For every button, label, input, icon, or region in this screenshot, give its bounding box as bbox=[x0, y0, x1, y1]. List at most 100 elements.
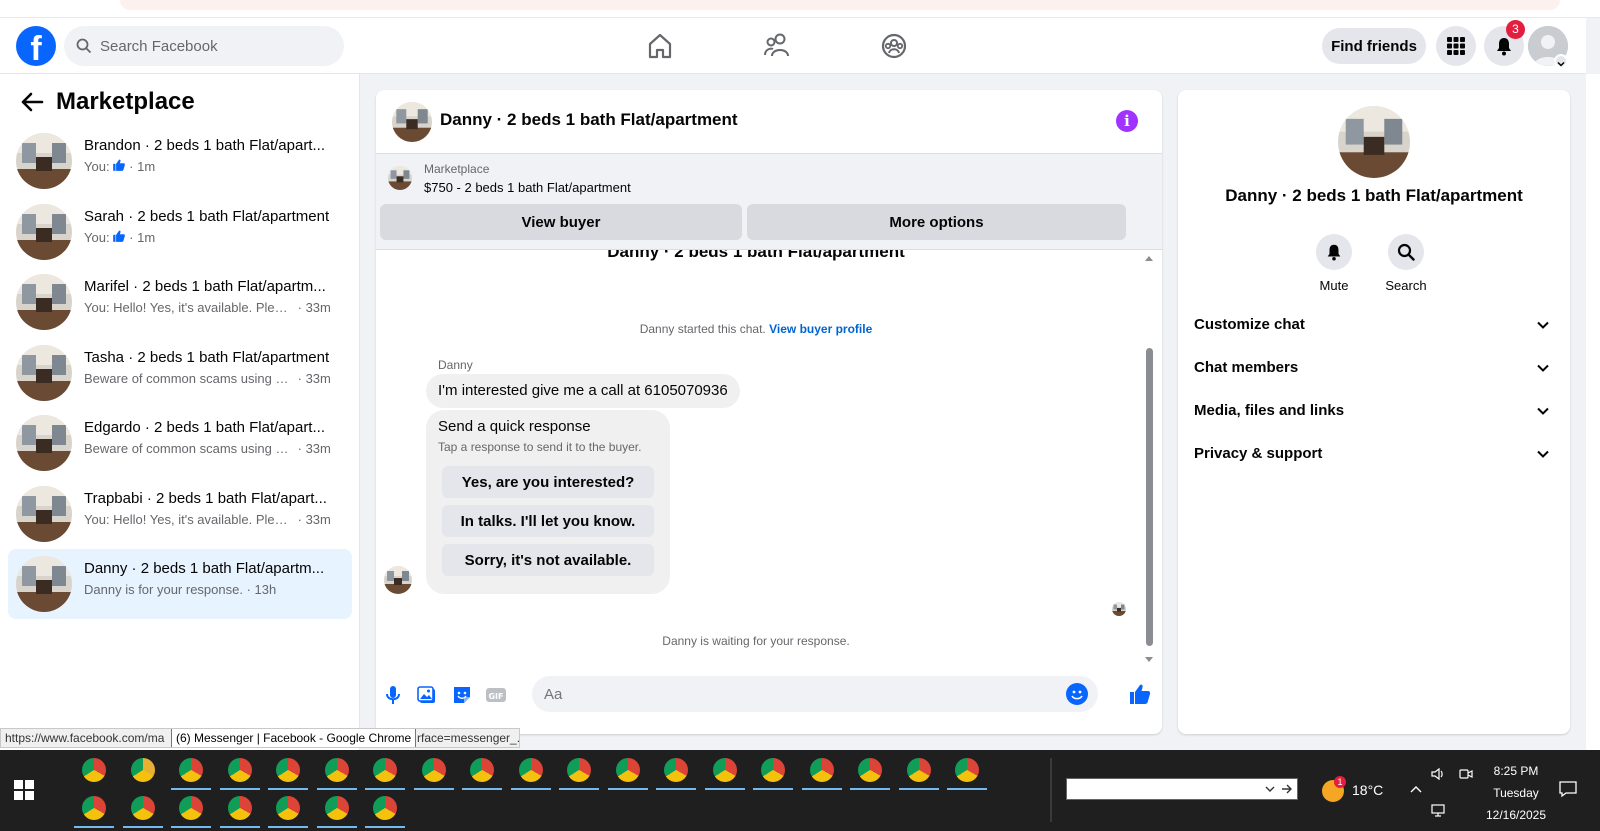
conversation-item[interactable]: Trapbabi · 2 beds 1 bath Flat/apart... Yo… bbox=[8, 479, 352, 549]
media-files-links-row[interactable]: Media, files and links bbox=[1194, 392, 1554, 432]
running-indicator bbox=[171, 826, 211, 828]
taskbar-chrome-window[interactable] bbox=[313, 788, 361, 828]
taskbar-chrome-window[interactable] bbox=[361, 788, 409, 828]
details-avatar[interactable] bbox=[1338, 106, 1410, 178]
scroll-up-arrow-icon[interactable] bbox=[1145, 256, 1153, 261]
go-arrow-icon[interactable] bbox=[1281, 783, 1293, 795]
taskbar-chrome-window[interactable] bbox=[701, 750, 749, 790]
microphone-icon[interactable] bbox=[382, 684, 404, 706]
taskbar-chrome-window[interactable] bbox=[70, 750, 118, 790]
friends-tab[interactable] bbox=[757, 26, 797, 66]
chat-avatar[interactable] bbox=[392, 102, 432, 142]
page-scrollbar[interactable] bbox=[1586, 74, 1600, 750]
tray-chevron-up-icon[interactable] bbox=[1410, 784, 1422, 796]
taskbar-chrome-window[interactable] bbox=[264, 750, 312, 790]
more-options-button[interactable]: More options bbox=[747, 204, 1126, 240]
row-label: Chat members bbox=[1194, 359, 1299, 376]
customize-chat-row[interactable]: Customize chat bbox=[1194, 306, 1554, 346]
find-friends-button[interactable]: Find friends bbox=[1322, 28, 1426, 64]
taskbar-chrome-window[interactable] bbox=[555, 750, 603, 790]
thread-title: Danny · 2 beds 1 bath Flat/apartment bbox=[607, 250, 905, 261]
chevron-down-icon[interactable] bbox=[1265, 784, 1275, 794]
chat-members-row[interactable]: Chat members bbox=[1194, 349, 1554, 389]
facebook-logo[interactable]: f bbox=[16, 26, 56, 68]
gif-icon[interactable]: GIF bbox=[485, 684, 507, 706]
windows-start-icon[interactable] bbox=[14, 780, 34, 800]
taskbar-chrome-window[interactable] bbox=[798, 750, 846, 790]
conversation-item[interactable]: Sarah · 2 beds 1 bath Flat/apartment You:… bbox=[8, 197, 352, 267]
account-chevron-icon[interactable] bbox=[1554, 54, 1568, 68]
search-action[interactable]: Search bbox=[1376, 234, 1436, 293]
view-buyer-profile-link[interactable]: View buyer profile bbox=[769, 322, 872, 336]
listing-price[interactable]: $750 - 2 beds 1 bath Flat/apartment bbox=[424, 180, 631, 195]
photo-icon[interactable] bbox=[416, 684, 438, 706]
quick-response-not-available[interactable]: Sorry, it's not available. bbox=[442, 544, 654, 576]
message-input-box[interactable] bbox=[532, 676, 1098, 712]
conversation-item[interactable]: Marifel · 2 beds 1 bath Flat/apartm... Yo… bbox=[8, 267, 352, 337]
weather-badge: 1 bbox=[1334, 776, 1346, 788]
thumbs-up-icon[interactable] bbox=[1128, 682, 1152, 706]
listing-thumbnail[interactable] bbox=[388, 166, 412, 190]
search-button[interactable] bbox=[1388, 234, 1424, 270]
groups-icon bbox=[881, 33, 907, 59]
taskbar-chrome-window[interactable] bbox=[458, 750, 506, 790]
chrome-icon bbox=[324, 758, 349, 782]
taskbar-chrome-window[interactable] bbox=[361, 750, 409, 790]
message-bubble[interactable]: I'm interested give me a call at 6105070… bbox=[426, 374, 740, 408]
sticker-icon[interactable] bbox=[451, 684, 473, 706]
running-indicator bbox=[704, 788, 745, 790]
taskbar-chrome-window[interactable] bbox=[313, 750, 361, 790]
scroll-down-arrow-icon[interactable] bbox=[1145, 657, 1153, 662]
groups-tab[interactable] bbox=[874, 26, 914, 66]
view-buyer-button[interactable]: View buyer bbox=[380, 204, 742, 240]
chat-title[interactable]: Danny · 2 beds 1 bath Flat/apartment bbox=[440, 110, 738, 130]
mute-button[interactable] bbox=[1316, 234, 1352, 270]
emoji-icon[interactable] bbox=[1066, 683, 1088, 705]
menu-button[interactable] bbox=[1436, 26, 1476, 66]
conversation-item[interactable]: Edgardo · 2 beds 1 bath Flat/apart... Bew… bbox=[8, 408, 352, 478]
message-input[interactable] bbox=[544, 676, 1054, 712]
taskbar-address-input[interactable] bbox=[1067, 779, 1257, 799]
taskbar-chrome-window[interactable] bbox=[70, 788, 118, 828]
taskbar-chrome-window[interactable] bbox=[604, 750, 652, 790]
taskbar-chrome-window[interactable] bbox=[846, 750, 894, 790]
action-center-icon[interactable] bbox=[1558, 780, 1578, 798]
system-clock[interactable]: 8:25 PM Tuesday 12/16/2025 bbox=[1466, 760, 1566, 826]
quick-response-yes[interactable]: Yes, are you interested? bbox=[442, 466, 654, 498]
home-tab[interactable] bbox=[640, 26, 680, 66]
speaker-icon[interactable] bbox=[1430, 766, 1446, 782]
taskbar-chrome-window[interactable] bbox=[652, 750, 700, 790]
taskbar-chrome-window[interactable] bbox=[749, 750, 797, 790]
row-label: Customize chat bbox=[1194, 316, 1305, 333]
taskbar-chrome-window[interactable] bbox=[895, 750, 943, 790]
info-icon[interactable]: i bbox=[1116, 110, 1138, 132]
taskbar-chrome-window[interactable] bbox=[119, 788, 167, 828]
mute-action[interactable]: Mute bbox=[1304, 234, 1364, 293]
network-icon[interactable] bbox=[1430, 802, 1446, 818]
conversation-item[interactable]: Danny · 2 beds 1 bath Flat/apartm... Dann… bbox=[8, 549, 352, 619]
quick-response-in-talks[interactable]: In talks. I'll let you know. bbox=[442, 505, 654, 537]
conversation-time: 33m bbox=[305, 441, 331, 456]
scrollbar-thumb[interactable] bbox=[1146, 348, 1153, 646]
privacy-support-row[interactable]: Privacy & support bbox=[1194, 435, 1554, 475]
back-arrow-icon[interactable] bbox=[20, 92, 44, 112]
conversation-item[interactable]: Tasha · 2 beds 1 bath Flat/apartment Bewa… bbox=[8, 338, 352, 408]
taskbar-chrome-window[interactable] bbox=[507, 750, 555, 790]
conversation-snippet: You: · 1m bbox=[84, 158, 342, 176]
thread-scrollbar[interactable] bbox=[1142, 252, 1156, 666]
sender-avatar[interactable] bbox=[384, 566, 412, 594]
taskbar-chrome-window[interactable] bbox=[216, 788, 264, 828]
search-input[interactable] bbox=[100, 26, 330, 66]
taskbar-chrome-window[interactable] bbox=[943, 750, 991, 790]
conversation-item[interactable]: Brandon · 2 beds 1 bath Flat/apart... You… bbox=[8, 126, 352, 196]
taskbar-chrome-window[interactable] bbox=[167, 788, 215, 828]
taskbar-chrome-window[interactable] bbox=[264, 788, 312, 828]
search-box[interactable] bbox=[64, 26, 344, 66]
browser-omnibox[interactable] bbox=[120, 0, 1560, 10]
taskbar-chrome-window[interactable] bbox=[167, 750, 215, 790]
taskbar-address-field[interactable] bbox=[1066, 778, 1298, 800]
weather-temperature[interactable]: 18°C bbox=[1352, 782, 1383, 798]
taskbar-chrome-window[interactable] bbox=[216, 750, 264, 790]
taskbar-chrome-window[interactable] bbox=[119, 750, 167, 790]
taskbar-chrome-window[interactable] bbox=[410, 750, 458, 790]
